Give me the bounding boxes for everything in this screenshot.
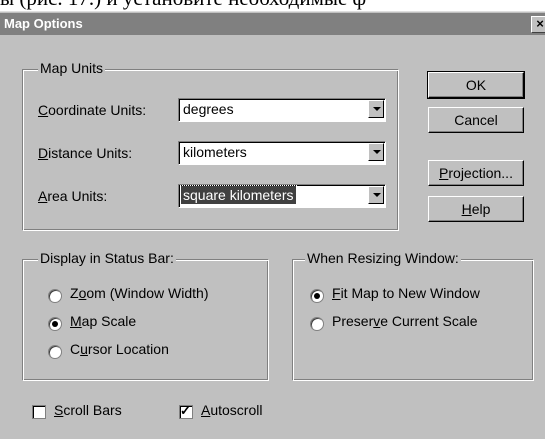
title-bar[interactable]: Map Options ×	[0, 13, 545, 35]
checkmark-icon: ✓	[180, 403, 191, 418]
help-button[interactable]: Help	[428, 196, 524, 222]
fit-map-label[interactable]: Fit Map to New Window	[332, 285, 480, 301]
cancel-button[interactable]: Cancel	[428, 107, 524, 133]
area-units-select[interactable]: square kilometers	[178, 184, 386, 208]
coordinate-units-label: Coordinate Units:	[38, 102, 147, 118]
status-bar-legend: Display in Status Bar:	[38, 250, 176, 266]
map-scale-radio[interactable]	[48, 317, 62, 331]
coordinate-units-value: degrees	[183, 101, 234, 117]
scroll-bars-checkbox[interactable]	[32, 405, 46, 419]
autoscroll-checkbox[interactable]: ✓	[179, 403, 193, 419]
zoom-radio[interactable]	[48, 289, 62, 303]
coordinate-units-select[interactable]: degrees	[178, 98, 386, 122]
fit-map-radio[interactable]	[310, 289, 324, 303]
chevron-down-icon[interactable]	[368, 100, 384, 118]
map-scale-label[interactable]: Map Scale	[70, 313, 136, 329]
area-units-value: square kilometers	[180, 185, 297, 205]
close-button[interactable]: ×	[531, 16, 545, 33]
chevron-down-icon[interactable]	[368, 186, 384, 204]
autoscroll-label[interactable]: Autoscroll	[201, 402, 262, 418]
preserve-scale-radio[interactable]	[310, 317, 324, 331]
cursor-location-label[interactable]: Cursor Location	[70, 341, 169, 357]
area-units-label: Area Units:	[38, 188, 108, 204]
cursor-location-radio[interactable]	[48, 345, 62, 359]
distance-units-value: kilometers	[183, 144, 247, 160]
chevron-down-icon[interactable]	[368, 143, 384, 161]
window-title: Map Options	[4, 16, 83, 31]
preserve-scale-label[interactable]: Preserve Current Scale	[332, 313, 478, 329]
distance-units-select[interactable]: kilometers	[178, 141, 386, 165]
radio-selected-dot-icon	[52, 321, 58, 327]
distance-units-label: Distance Units:	[38, 145, 133, 161]
resizing-legend: When Resizing Window:	[305, 250, 461, 266]
map-units-legend: Map Units	[38, 60, 106, 76]
ok-button[interactable]: OK	[427, 71, 525, 99]
scroll-bars-label[interactable]: Scroll Bars	[54, 402, 122, 418]
zoom-label[interactable]: Zoom (Window Width)	[70, 285, 209, 301]
map-options-dialog: Map Options × Map Units Coordinate Units…	[0, 11, 545, 439]
radio-selected-dot-icon	[314, 293, 320, 299]
projection-button[interactable]: Projection...	[428, 160, 524, 186]
